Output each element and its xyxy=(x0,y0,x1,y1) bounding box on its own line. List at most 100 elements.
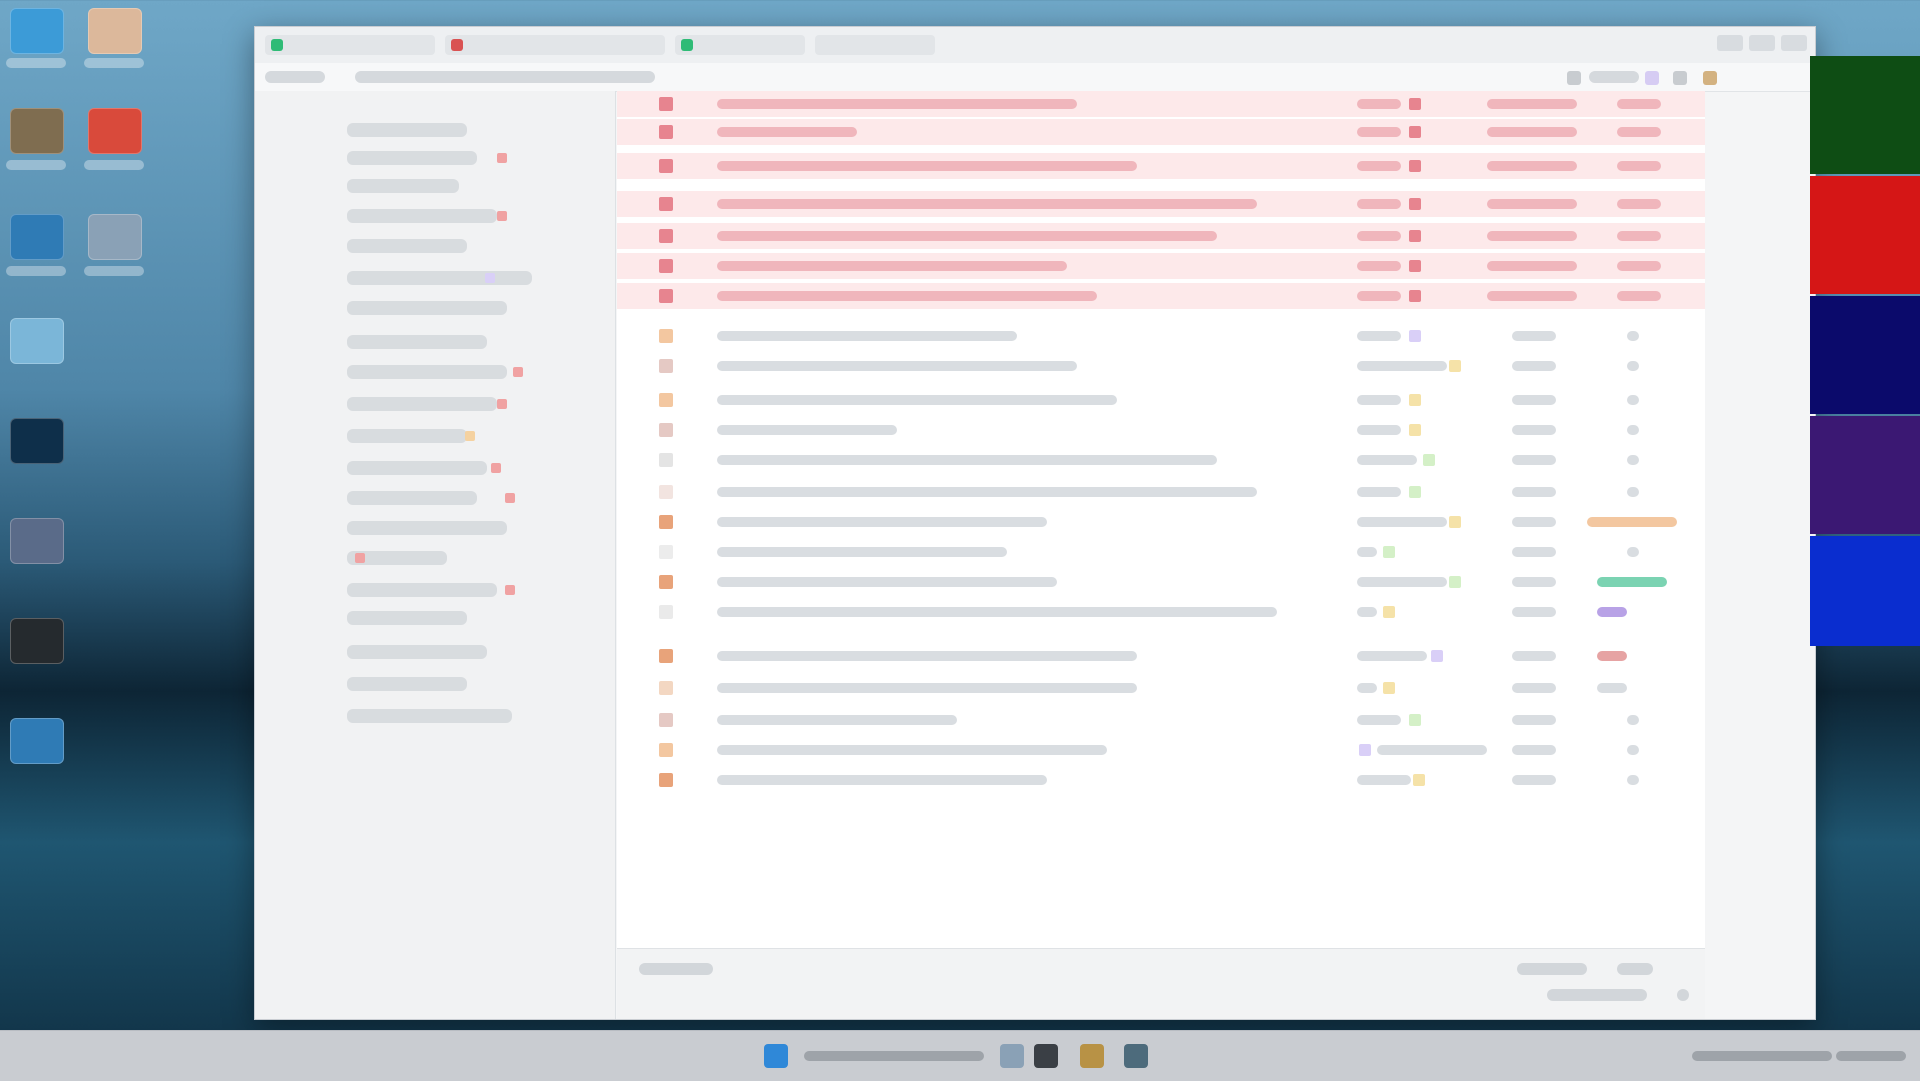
message-row[interactable] xyxy=(617,707,1705,733)
sidebar-item-spam[interactable] xyxy=(347,209,497,223)
flag-icon[interactable] xyxy=(659,229,673,243)
filter-icon[interactable] xyxy=(1567,71,1581,85)
desktop-game-icon[interactable] xyxy=(10,318,64,364)
navy-tile[interactable] xyxy=(1810,296,1920,414)
tray-area[interactable] xyxy=(1692,1051,1832,1061)
tab-contacts[interactable] xyxy=(675,35,805,55)
message-row[interactable] xyxy=(617,737,1705,763)
tab-mail[interactable] xyxy=(265,35,435,55)
read-status-icon[interactable] xyxy=(659,649,673,663)
status-scroll[interactable] xyxy=(1677,989,1689,1001)
message-row[interactable] xyxy=(617,353,1705,379)
desktop-chrome-icon[interactable] xyxy=(88,108,142,154)
red-tile[interactable] xyxy=(1810,176,1920,294)
message-row[interactable] xyxy=(617,675,1705,701)
file-manager-icon[interactable] xyxy=(1080,1044,1104,1068)
sidebar-item-sent[interactable] xyxy=(347,179,459,193)
message-row[interactable] xyxy=(617,569,1705,595)
message-row[interactable] xyxy=(617,509,1705,535)
message-row[interactable] xyxy=(617,387,1705,413)
message-row[interactable] xyxy=(617,119,1705,145)
maximize-button[interactable] xyxy=(1749,35,1775,51)
flag-icon[interactable] xyxy=(659,197,673,211)
taskbar-search[interactable] xyxy=(804,1051,984,1061)
read-status-icon[interactable] xyxy=(659,485,673,499)
tab-calendar[interactable] xyxy=(445,35,665,55)
message-row[interactable] xyxy=(617,417,1705,443)
message-row[interactable] xyxy=(617,91,1705,117)
sidebar-item-updates[interactable] xyxy=(347,521,507,535)
flag-icon[interactable] xyxy=(659,289,673,303)
read-status-icon[interactable] xyxy=(659,329,673,343)
desktop-network-icon[interactable] xyxy=(10,718,64,764)
message-row[interactable] xyxy=(617,323,1705,349)
desktop-folder-icon[interactable] xyxy=(10,8,64,54)
message-row[interactable] xyxy=(617,479,1705,505)
clock[interactable] xyxy=(1836,1051,1906,1061)
message-row[interactable] xyxy=(617,153,1705,179)
terminal-icon[interactable] xyxy=(1124,1044,1148,1068)
start-icon[interactable] xyxy=(764,1044,788,1068)
window-titlebar[interactable] xyxy=(255,27,1815,64)
sidebar-item-inbox[interactable] xyxy=(347,123,467,137)
sidebar-item-more[interactable] xyxy=(347,645,487,659)
sidebar-item-forums[interactable] xyxy=(347,583,497,597)
message-row[interactable] xyxy=(617,447,1705,473)
desktop-app-icon[interactable] xyxy=(88,8,142,54)
sidebar-item-drafts[interactable] xyxy=(347,151,477,165)
read-status-icon[interactable] xyxy=(659,359,673,373)
sidebar-item-shared[interactable] xyxy=(347,491,477,505)
message-row[interactable] xyxy=(617,643,1705,669)
flag-icon[interactable] xyxy=(659,259,673,273)
read-status-icon[interactable] xyxy=(659,681,673,695)
explorer-icon[interactable] xyxy=(1000,1044,1024,1068)
read-status-icon[interactable] xyxy=(659,743,673,757)
read-status-icon[interactable] xyxy=(659,545,673,559)
sidebar-item-notes[interactable] xyxy=(347,429,467,443)
search-field[interactable] xyxy=(355,71,655,83)
desktop-settings-icon[interactable] xyxy=(88,214,142,260)
close-button[interactable] xyxy=(1781,35,1807,51)
sidebar-item-misc[interactable] xyxy=(347,677,467,691)
read-status-icon[interactable] xyxy=(659,605,673,619)
green-tile[interactable] xyxy=(1810,56,1920,174)
sidebar-item-archive-2[interactable] xyxy=(347,611,467,625)
message-row[interactable] xyxy=(617,253,1705,279)
sidebar-item-family[interactable] xyxy=(347,301,507,315)
desktop-document-icon[interactable] xyxy=(10,214,64,260)
tab-tasks[interactable] xyxy=(815,35,935,55)
read-status-icon[interactable] xyxy=(659,713,673,727)
tag-icon[interactable] xyxy=(1645,71,1659,85)
read-status-icon[interactable] xyxy=(659,575,673,589)
sidebar-item-projects[interactable] xyxy=(347,271,532,285)
minimize-button[interactable] xyxy=(1717,35,1743,51)
read-status-icon[interactable] xyxy=(659,423,673,437)
toolbar-menu[interactable] xyxy=(265,71,325,83)
purple-tile[interactable] xyxy=(1810,416,1920,534)
sidebar-item-receipts[interactable] xyxy=(347,461,487,475)
media-player-icon[interactable] xyxy=(1034,1044,1058,1068)
flag-icon[interactable] xyxy=(659,125,673,139)
message-row[interactable] xyxy=(617,223,1705,249)
sidebar-item-archive[interactable] xyxy=(347,239,467,253)
account-icon[interactable] xyxy=(1703,71,1717,85)
toolbar-view[interactable] xyxy=(1589,71,1639,83)
message-row[interactable] xyxy=(617,283,1705,309)
read-status-icon[interactable] xyxy=(659,453,673,467)
flag-icon[interactable] xyxy=(659,159,673,173)
desktop-media-icon[interactable] xyxy=(10,518,64,564)
sidebar-item-travel[interactable] xyxy=(347,397,497,411)
read-status-icon[interactable] xyxy=(659,773,673,787)
desktop-photo-icon[interactable] xyxy=(10,108,64,154)
sidebar-item-finance[interactable] xyxy=(347,335,487,349)
desktop-camera-icon[interactable] xyxy=(10,618,64,664)
message-row[interactable] xyxy=(617,767,1705,793)
flag-icon[interactable] xyxy=(659,97,673,111)
message-row[interactable] xyxy=(617,539,1705,565)
desktop-terminal-icon[interactable] xyxy=(10,418,64,464)
sidebar-item-extra[interactable] xyxy=(347,709,512,723)
read-status-icon[interactable] xyxy=(659,515,673,529)
blue-tile[interactable] xyxy=(1810,536,1920,646)
read-status-icon[interactable] xyxy=(659,393,673,407)
settings-icon[interactable] xyxy=(1673,71,1687,85)
